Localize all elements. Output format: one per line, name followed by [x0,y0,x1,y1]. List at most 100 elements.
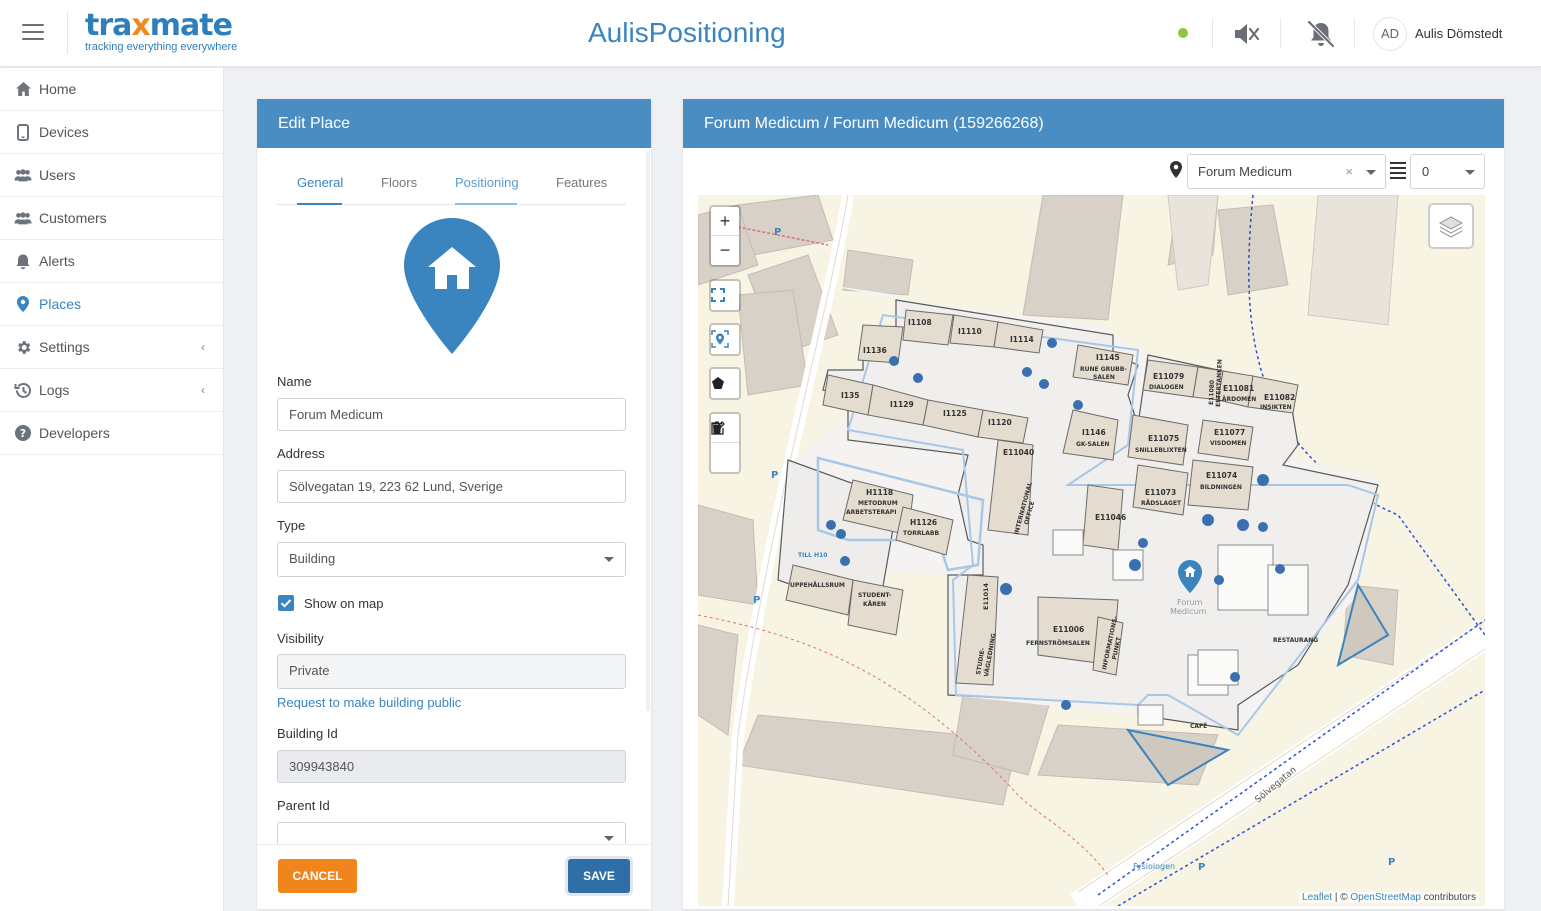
sidebar-item-settings[interactable]: Settings ‹ [0,326,223,369]
sound-muted-icon[interactable] [1229,18,1261,50]
leaflet-link[interactable]: Leaflet [1302,892,1332,903]
sidebar-item-label: Users [39,167,76,183]
svg-text:E11077: E11077 [1214,428,1245,437]
map-canvas[interactable]: I1108 I1110 I1114 I1136 I1145 RUNE GRUBB- SA… [698,195,1485,906]
sidebar-item-logs[interactable]: Logs ‹ [0,369,223,412]
sidebar-item-alerts[interactable]: Alerts [0,240,223,283]
tab-features[interactable]: Features [556,175,607,190]
svg-text:E11046: E11046 [1095,513,1126,522]
svg-text:DIALOGEN: DIALOGEN [1149,384,1184,391]
building-id-field: 309943840 [277,750,626,783]
trash-icon [712,421,722,435]
svg-text:SNILLEBLIXTEN: SNILLEBLIXTEN [1135,447,1187,454]
place-select-value: Forum Medicum [1198,164,1292,179]
header-divider [1354,18,1355,48]
sidebar: Home Devices Users Customers Alerts Plac… [0,68,224,911]
logo-text-x: x [131,8,150,43]
type-select[interactable]: Building [277,542,626,577]
sidebar-item-home[interactable]: Home [0,68,223,111]
attribution-text: contributors [1420,892,1476,903]
header-divider [1212,18,1213,48]
clear-icon[interactable]: × [1345,155,1353,188]
svg-text:LÄRDOMEN: LÄRDOMEN [1218,396,1256,403]
sidebar-item-label: Customers [39,210,107,226]
svg-text:KÅREN: KÅREN [863,601,886,608]
menu-toggle-icon[interactable] [22,24,44,42]
notifications-off-icon[interactable] [1305,18,1337,50]
tab-general[interactable]: General [297,175,343,190]
type-label: Type [277,518,306,533]
logo-tagline: tracking everything everywhere [85,41,238,53]
address-label: Address [277,446,325,461]
parent-id-select[interactable] [277,822,626,844]
floor-select[interactable]: 0 [1410,154,1485,189]
sidebar-item-label: Logs [39,382,70,398]
avatar[interactable]: AD [1373,17,1407,51]
cancel-button[interactable]: CANCEL [278,859,357,893]
phone-icon [14,123,32,141]
show-on-map-label[interactable]: Show on map [304,596,384,611]
logo-text-b: mate [149,8,233,43]
sidebar-item-devices[interactable]: Devices [0,111,223,154]
fullscreen-icon [711,288,725,302]
svg-text:P: P [774,227,781,238]
name-field[interactable]: Forum Medicum [277,398,626,431]
svg-text:RESTAURANG: RESTAURANG [1273,637,1318,644]
delete-layers-button[interactable] [711,421,739,472]
svg-text:I1110: I1110 [958,327,982,336]
logo-divider [67,12,68,54]
bell-icon [14,252,32,270]
attribution-separator: | © [1332,892,1351,903]
svg-text:TILL H10: TILL H10 [798,552,827,559]
visibility-label: Visibility [277,631,324,646]
hover-tab-indicator [455,203,517,205]
draw-polygon-button[interactable] [711,369,739,398]
request-public-link[interactable]: Request to make building public [277,695,461,710]
osm-link[interactable]: OpenStreetMap [1350,892,1421,903]
svg-text:E11079: E11079 [1153,372,1184,381]
fullscreen-control [709,279,741,312]
svg-text:RUNE GRUBB-: RUNE GRUBB- [1080,366,1127,373]
fullscreen-button[interactable] [711,281,739,310]
svg-text:P: P [771,470,778,481]
layers-button[interactable] [1428,203,1474,249]
map-pin-icon [14,295,32,313]
floor-select-value: 0 [1422,164,1430,179]
sidebar-item-users[interactable]: Users [0,154,223,197]
svg-text:FERNSTRÖMSALEN: FERNSTRÖMSALEN [1026,640,1090,647]
zoom-in-button[interactable]: + [711,207,739,236]
svg-text:H1126: H1126 [910,518,937,527]
sidebar-item-customers[interactable]: Customers [0,197,223,240]
gear-icon [14,338,32,356]
zoom-out-button[interactable]: − [711,236,739,265]
building-id-label: Building Id [277,726,338,741]
tab-positioning[interactable]: Positioning [455,175,519,190]
svg-text:I1125: I1125 [943,409,967,418]
svg-text:I1120: I1120 [988,418,1012,427]
svg-text:I1114: I1114 [1010,335,1034,344]
svg-text:Fysiologen: Fysiologen [1133,862,1175,871]
svg-text:E11075: E11075 [1148,434,1179,443]
chevron-left-icon: ‹ [201,340,205,354]
sidebar-item-places[interactable]: Places [0,283,223,326]
svg-text:SALEN: SALEN [1093,374,1115,381]
sidebar-item-label: Home [39,81,77,97]
panel-scrollbar[interactable] [646,151,650,711]
tab-floors[interactable]: Floors [381,175,417,190]
locate-button[interactable] [711,325,739,354]
sidebar-item-label: Settings [39,339,90,355]
address-field[interactable]: Sölvegatan 19, 223 62 Lund, Sverige [277,470,626,503]
svg-text:STUDENT-: STUDENT- [858,592,892,599]
edit-place-tabs: General Floors Positioning Features [277,169,626,205]
show-on-map-checkbox[interactable] [278,595,294,611]
save-button[interactable]: SAVE [568,859,630,893]
sidebar-item-developers[interactable]: ? Developers [0,412,223,455]
history-icon [14,381,32,399]
active-tab-indicator [297,203,342,205]
edit-place-title: Edit Place [257,99,651,148]
place-select[interactable]: Forum Medicum × [1187,154,1386,189]
logo[interactable]: traxmate tracking everything everywhere [85,8,238,54]
user-name[interactable]: Aulis Dömstedt [1415,26,1502,41]
svg-text:INSIKTEN: INSIKTEN [1260,404,1292,411]
svg-text:P: P [1198,862,1205,873]
